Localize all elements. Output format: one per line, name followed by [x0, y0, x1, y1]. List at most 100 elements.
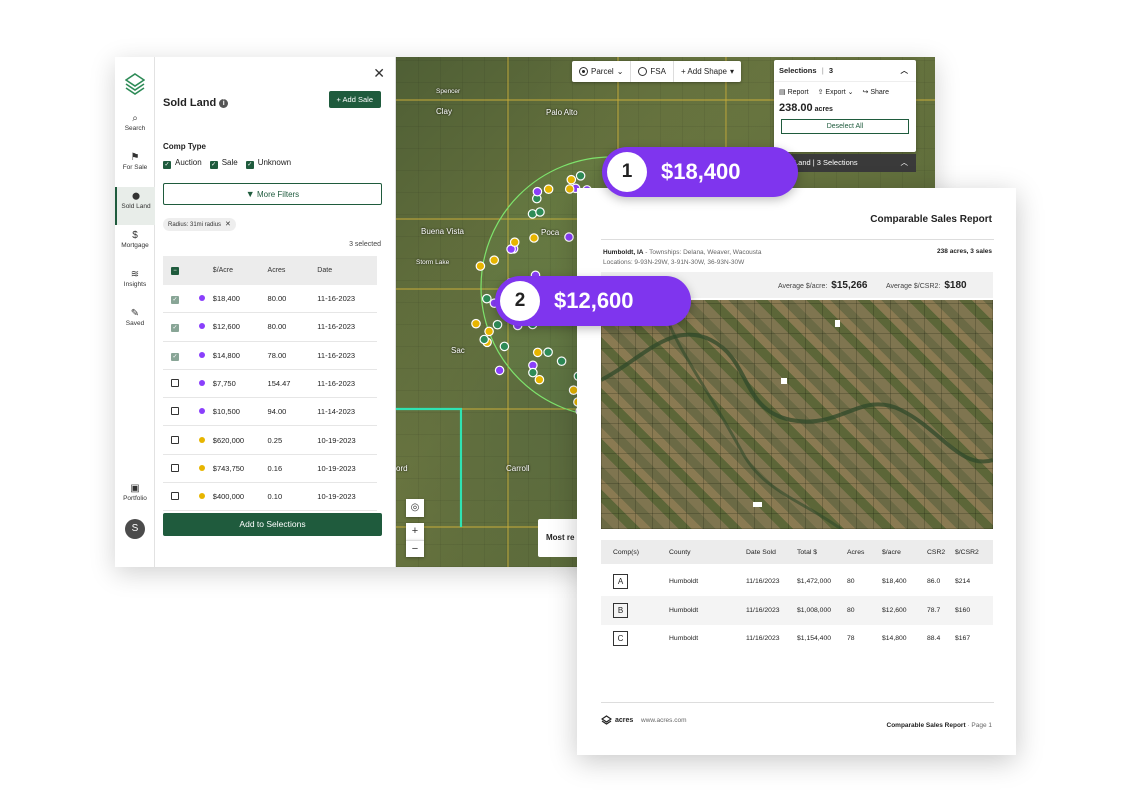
sale-marker[interactable]: [475, 261, 486, 271]
table-row[interactable]: $400,000 0.10 10-19-2023: [163, 483, 377, 512]
sale-marker[interactable]: [535, 207, 545, 217]
total-price: $1,008,000: [797, 606, 832, 614]
sale-marker[interactable]: [534, 374, 545, 385]
sale-marker[interactable]: [529, 233, 539, 243]
deselect-all-button[interactable]: Deselect All: [781, 119, 909, 134]
acres-logo-icon[interactable]: [125, 73, 145, 95]
footer-page: · Page 1: [965, 722, 992, 729]
sale-marker[interactable]: [489, 255, 499, 265]
sale-marker[interactable]: [494, 365, 505, 376]
avg-csr2-label: Average $/CSR2:: [886, 283, 941, 290]
parcel-radio[interactable]: Parcel ⌄: [572, 61, 632, 82]
table-row[interactable]: $10,500 94.00 11-14-2023: [163, 398, 377, 427]
sale-marker[interactable]: [499, 341, 510, 352]
sale-marker[interactable]: [564, 184, 575, 194]
add-sale-button[interactable]: + Add Sale: [328, 91, 381, 108]
rail-item-label: Sold Land: [121, 203, 151, 210]
row-checkbox[interactable]: ✓: [171, 352, 179, 361]
callout-number: 2: [500, 281, 540, 321]
sale-marker[interactable]: [543, 184, 554, 194]
row-checkbox[interactable]: [171, 463, 179, 472]
table-row[interactable]: ✓ $12,600 80.00 11-16-2023: [163, 313, 377, 342]
column-header-acres[interactable]: Acres: [268, 267, 318, 274]
table-row[interactable]: ✓ $14,800 78.00 11-16-2023: [163, 342, 377, 370]
add-to-selections-button[interactable]: Add to Selections: [163, 513, 382, 536]
report-button[interactable]: ▤ Report: [779, 88, 809, 96]
sale-marker[interactable]: [566, 174, 577, 185]
row-checkbox[interactable]: ✓: [171, 324, 179, 333]
search-icon: ⌕: [132, 113, 138, 124]
rail-item-saved[interactable]: ✎ Saved: [115, 304, 155, 342]
sale-marker[interactable]: [471, 318, 481, 329]
share-label: Share: [870, 89, 889, 96]
dollar-coin-icon: $: [132, 230, 138, 241]
divider: [601, 702, 994, 703]
column-header-date[interactable]: Date: [317, 267, 377, 274]
table-row[interactable]: ✓ $18,400 80.00 11-16-2023: [163, 285, 377, 314]
acres: 0.16: [267, 463, 283, 473]
price-per-csr2: $160: [955, 606, 971, 614]
sale-marker[interactable]: [543, 347, 553, 357]
price-per-acre: $18,400: [882, 577, 907, 585]
sale-marker[interactable]: [532, 347, 543, 358]
info-icon[interactable]: i: [219, 99, 229, 108]
selections-header[interactable]: Selections | 3 ︿: [774, 60, 916, 82]
row-checkbox[interactable]: [171, 492, 179, 501]
more-filters-button[interactable]: ▼ More Filters: [163, 183, 382, 205]
date-sold: 11/16/2023: [746, 577, 780, 585]
rail-item-search[interactable]: ⌕ Search: [115, 109, 155, 147]
table-row[interactable]: $743,750 0.16 10-19-2023: [163, 455, 377, 484]
sale-marker[interactable]: [492, 319, 503, 330]
comp-type-label: Comp Type: [163, 142, 206, 151]
sale-marker[interactable]: [509, 237, 520, 247]
sale-marker[interactable]: [564, 232, 574, 242]
add-shape-button[interactable]: + Add Shape ▾: [674, 61, 741, 82]
comp-type-auction-checkbox[interactable]: ✓ Auction: [163, 158, 202, 169]
callout-amount: $12,600: [554, 288, 634, 313]
share-button[interactable]: ↪ Share: [862, 88, 889, 96]
fsa-radio[interactable]: FSA: [631, 61, 674, 82]
zoom-in-button[interactable]: +: [406, 523, 424, 540]
zoom-out-button[interactable]: −: [406, 540, 424, 557]
comp-type-dot: [198, 493, 205, 500]
sale-marker[interactable]: [484, 326, 494, 337]
select-all-checkbox[interactable]: −: [171, 267, 179, 275]
rail-item-label: Portfolio: [123, 495, 147, 502]
sale-marker[interactable]: [482, 293, 492, 304]
row-checkbox[interactable]: [171, 379, 179, 388]
rail-item-insights[interactable]: ≋ Insights: [115, 265, 155, 303]
sale-marker[interactable]: [556, 356, 567, 366]
comp-type-sale-checkbox[interactable]: ✓ Sale: [209, 158, 238, 169]
sale-marker[interactable]: [575, 171, 586, 181]
town-label: Palo Alto: [546, 108, 578, 117]
divider: [601, 239, 994, 240]
rail-item-portfolio[interactable]: ▣ Portfolio: [115, 479, 155, 517]
sale-marker[interactable]: [528, 367, 538, 378]
row-checkbox[interactable]: [171, 435, 179, 444]
sale-marker[interactable]: [479, 334, 489, 345]
rail-item-sold-land[interactable]: ⬤ Sold Land: [115, 187, 155, 225]
remove-chip-icon[interactable]: ✕: [225, 221, 231, 228]
flag-icon: ⚑: [130, 152, 140, 163]
row-checkbox[interactable]: [171, 407, 179, 416]
avatar[interactable]: S: [125, 519, 145, 539]
comp-type-unknown-checkbox[interactable]: ✓ Unknown: [245, 158, 291, 169]
row-checkbox[interactable]: ✓: [171, 296, 179, 305]
comp-type-filters: ✓ Auction ✓ Sale ✓ Unknown: [163, 158, 291, 169]
column-header: County: [669, 548, 691, 556]
table-row[interactable]: $7,750 154.47 11-16-2023: [163, 370, 377, 399]
close-icon[interactable]: ✕: [373, 65, 385, 82]
chevron-up-icon[interactable]: ︿: [901, 60, 909, 82]
county: Humboldt: [669, 606, 699, 614]
rail-item-for-sale[interactable]: ⚑ For Sale: [115, 148, 155, 186]
rail-item-mortgage[interactable]: $ Mortgage: [115, 226, 155, 264]
export-button[interactable]: ⇪ Export ⌄: [818, 88, 854, 96]
chevron-up-icon[interactable]: ︿: [901, 154, 909, 172]
locate-icon[interactable]: ◎: [406, 499, 424, 517]
sale-marker[interactable]: [532, 186, 543, 197]
table-row[interactable]: $620,000 0.25 10-19-2023: [163, 426, 377, 455]
sold-land-selections-bar[interactable]: Land | 3 Selections ︿: [791, 154, 916, 172]
checkbox-checked-icon: ✓: [209, 161, 218, 169]
column-header-price[interactable]: $/Acre: [213, 267, 268, 274]
town-label: Poca: [541, 228, 560, 237]
